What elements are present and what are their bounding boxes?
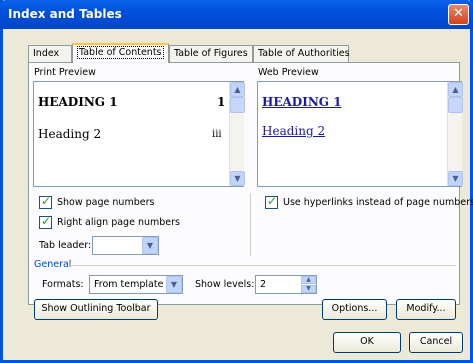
spinner-buttons: ▲ ▼: [301, 276, 316, 293]
scroll-up-icon[interactable]: ▲: [230, 82, 245, 97]
options-button[interactable]: Options...: [322, 299, 387, 320]
print-heading-2: Heading 2: [38, 127, 102, 141]
general-divider: [70, 265, 456, 266]
scroll-thumb[interactable]: [448, 97, 463, 113]
show-levels-value: 2: [260, 279, 267, 290]
right-align-checkbox[interactable]: [39, 214, 52, 229]
tab-table-of-figures[interactable]: Table of Figures: [169, 45, 253, 62]
tab-table-of-figures-label: Table of Figures: [174, 48, 248, 59]
spin-down-icon[interactable]: ▼: [301, 285, 316, 293]
use-hyperlinks-label: Use hyperlinks instead of page numbers: [283, 197, 473, 208]
ok-button[interactable]: OK: [333, 332, 401, 353]
web-preview-box: HEADING 1 Heading 2 ▲ ▼: [257, 81, 463, 187]
print-heading-2-page: iii: [212, 129, 222, 140]
separator: [250, 193, 251, 256]
scroll-down-icon[interactable]: ▼: [230, 171, 245, 186]
close-button[interactable]: ✕: [448, 4, 469, 25]
formats-select[interactable]: From template ▼: [89, 275, 183, 294]
show-page-numbers-label: Show page numbers: [57, 197, 155, 208]
tab-leader-select[interactable]: ▼: [92, 236, 159, 255]
formats-value: From template: [94, 279, 164, 290]
dialog-title: Index and Tables: [8, 7, 122, 21]
general-section-label: General: [34, 259, 72, 270]
cancel-button[interactable]: Cancel: [409, 332, 463, 353]
web-preview-scrollbar[interactable]: ▲ ▼: [447, 82, 463, 186]
scroll-up-icon[interactable]: ▲: [448, 82, 463, 97]
web-heading-1-link[interactable]: HEADING 1: [262, 95, 342, 109]
modify-button[interactable]: Modify...: [396, 299, 456, 320]
print-heading-1: HEADING 1: [38, 95, 118, 109]
tab-table-of-contents-label: Table of Contents: [77, 46, 164, 59]
formats-label: Formats:: [42, 279, 84, 290]
chevron-down-icon[interactable]: ▼: [166, 276, 182, 293]
web-preview-label: Web Preview: [258, 67, 319, 78]
print-preview-label: Print Preview: [34, 67, 96, 78]
print-preview-scrollbar[interactable]: ▲ ▼: [229, 82, 245, 186]
show-levels-spinner[interactable]: 2 ▲ ▼: [255, 275, 317, 294]
show-outlining-toolbar-button[interactable]: Show Outlining Toolbar: [34, 299, 158, 320]
tab-index-label: Index: [33, 48, 60, 59]
show-levels-label: Show levels:: [195, 279, 255, 290]
scroll-down-icon[interactable]: ▼: [448, 171, 463, 186]
scroll-thumb[interactable]: [230, 97, 245, 113]
print-preview-box: HEADING 1 1 Heading 2 iii ▲ ▼: [33, 81, 245, 187]
tab-index[interactable]: Index: [28, 45, 72, 62]
tab-table-of-authorities[interactable]: Table of Authorities: [253, 45, 350, 62]
show-page-numbers-checkbox[interactable]: [39, 194, 52, 209]
title-bar[interactable]: Index and Tables ✕: [0, 0, 473, 29]
tab-table-of-contents[interactable]: Table of Contents: [72, 43, 169, 63]
right-align-label: Right align page numbers: [57, 217, 180, 228]
tab-leader-label: Tab leader:: [39, 240, 92, 251]
close-icon: ✕: [453, 6, 464, 21]
web-heading-2-link[interactable]: Heading 2: [262, 124, 325, 138]
spin-up-icon[interactable]: ▲: [301, 276, 316, 284]
print-heading-1-page: 1: [217, 95, 226, 109]
tab-table-of-authorities-label: Table of Authorities: [258, 48, 350, 59]
chevron-down-icon[interactable]: ▼: [142, 237, 158, 254]
use-hyperlinks-checkbox[interactable]: [265, 194, 278, 209]
